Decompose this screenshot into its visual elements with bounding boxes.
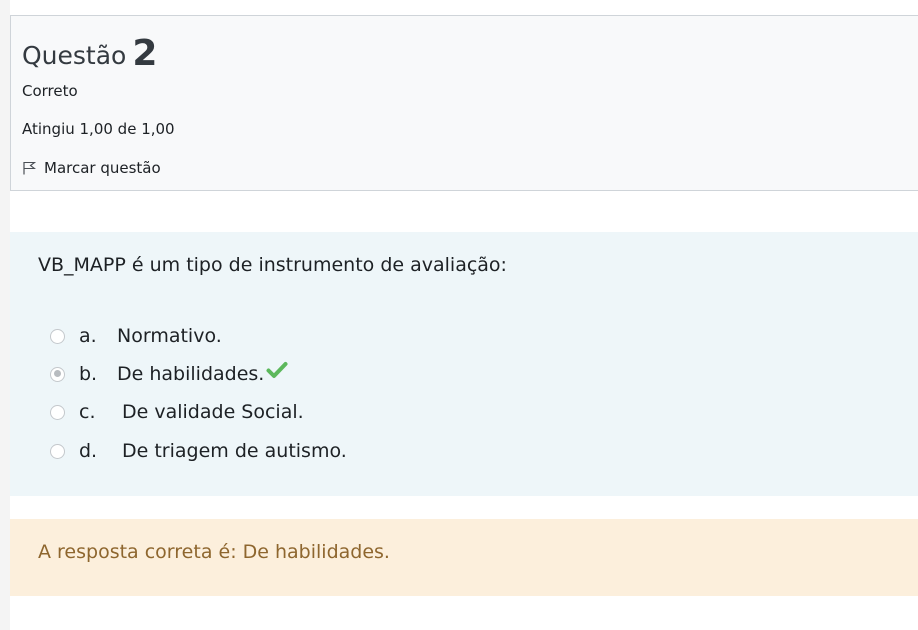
flag-question-link[interactable]: Marcar questão [22, 159, 161, 177]
question-number: 2 [132, 33, 158, 74]
radio-c[interactable] [50, 404, 65, 420]
question-state: Correto [22, 82, 78, 100]
answer-option-a[interactable]: a. Normativo. [50, 324, 222, 348]
answer-letter-d: d. [79, 440, 98, 462]
checkmark-icon [266, 362, 288, 378]
question-info-box: Questão 2 Correto Atingiu 1,00 de 1,00 Ma… [10, 15, 918, 191]
answer-text-a: Normativo. [117, 325, 222, 347]
page-left-strip [0, 0, 10, 630]
question-content: VB_MAPP é um tipo de instrumento de aval… [10, 232, 918, 496]
answer-text-d: De triagem de autismo. [122, 440, 347, 462]
radio-d[interactable] [50, 443, 65, 459]
answer-letter-b: b. [79, 363, 98, 385]
question-title: Questão 2 [22, 36, 157, 72]
answer-text-b: De habilidades. [117, 363, 265, 385]
correct-answer-feedback: A resposta correta é: De habilidades. [38, 541, 390, 563]
flag-question-label: Marcar questão [44, 159, 161, 177]
answer-option-d[interactable]: d. De triagem de autismo. [50, 439, 347, 463]
answer-option-c[interactable]: c. De validade Social. [50, 400, 304, 424]
radio-a[interactable] [50, 328, 65, 344]
feedback-box: A resposta correta é: De habilidades. [10, 519, 918, 596]
answer-text-c: De validade Social. [122, 401, 304, 423]
question-grade: Atingiu 1,00 de 1,00 [22, 120, 175, 138]
radio-b[interactable] [50, 366, 65, 382]
question-text: VB_MAPP é um tipo de instrumento de aval… [38, 254, 507, 276]
question-title-label: Questão [22, 41, 127, 70]
answer-option-b[interactable]: b. De habilidades. [50, 362, 288, 386]
answer-letter-c: c. [79, 401, 96, 423]
answer-letter-a: a. [79, 325, 97, 347]
flag-outline-icon [23, 161, 36, 175]
